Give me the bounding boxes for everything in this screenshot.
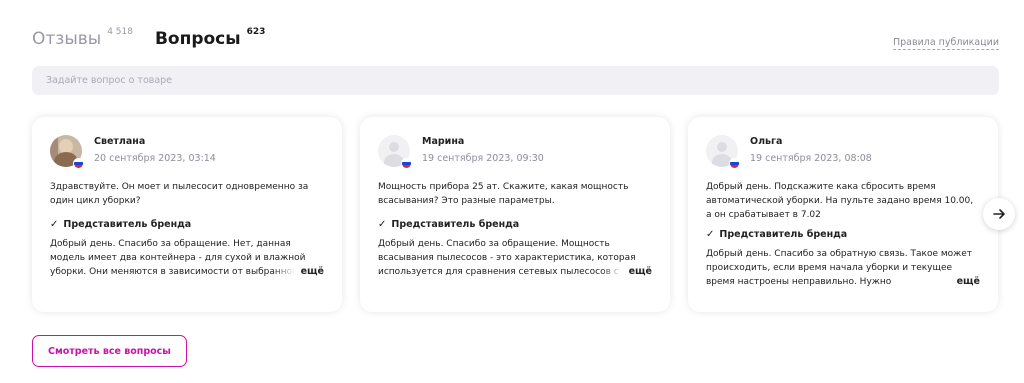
show-more-link[interactable]: ещё: [600, 265, 652, 279]
author-name: Марина: [422, 136, 465, 147]
tab-reviews[interactable]: Отзывы 4 518: [32, 27, 133, 50]
russia-flag-icon: [729, 158, 740, 169]
question-text: Здравствуйте. Он моет и пылесосит одновр…: [50, 182, 309, 206]
russia-flag-icon: [73, 158, 84, 169]
publication-rules-link[interactable]: Правила публикации: [893, 36, 999, 50]
question-card: Ольга 19 сентября 2023, 08:08 Добрый ден…: [688, 117, 998, 312]
show-more-link[interactable]: ещё: [928, 275, 980, 289]
brand-representative: ✓ Представитель бренда: [706, 228, 980, 241]
author-name: Ольга: [750, 136, 783, 147]
carousel-next-button[interactable]: [983, 198, 1015, 230]
brand-representative-label: Представитель бренда: [719, 229, 848, 240]
avatar: [706, 135, 740, 169]
avatar: [50, 135, 84, 169]
tab-reviews-count: 4 518: [107, 27, 133, 37]
brand-representative: ✓ Представитель бренда: [378, 218, 652, 231]
question-date: 19 сентября 2023, 08:08: [750, 153, 872, 164]
question-text: Добрый день. Подскажите кака сбросить вр…: [706, 182, 974, 220]
question-date: 19 сентября 2023, 09:30: [422, 153, 544, 164]
check-icon: ✓: [378, 219, 387, 230]
brand-representative-label: Представитель бренда: [63, 219, 192, 230]
question-card-header: Ольга 19 сентября 2023, 08:08: [706, 135, 980, 171]
question-card-header: Марина 19 сентября 2023, 09:30: [378, 135, 652, 171]
avatar: [378, 135, 412, 169]
question-card: Марина 19 сентября 2023, 09:30 Мощность …: [360, 117, 670, 312]
tab-questions[interactable]: Вопросы 623: [154, 27, 266, 50]
ask-question-field[interactable]: [32, 66, 999, 95]
view-all-questions-button[interactable]: Смотреть все вопросы: [32, 335, 187, 367]
reviews-tabs: Отзывы 4 518 Вопросы 623: [32, 27, 266, 52]
tab-questions-label: Вопросы: [154, 29, 241, 49]
tab-questions-count: 623: [246, 27, 266, 37]
check-icon: ✓: [50, 219, 59, 230]
check-icon: ✓: [706, 229, 715, 240]
author-name: Светлана: [94, 136, 146, 147]
question-date: 20 сентября 2023, 03:14: [94, 153, 216, 164]
arrow-right-icon: [993, 209, 1005, 219]
brand-representative-label: Представитель бренда: [391, 219, 520, 230]
brand-representative: ✓ Представитель бренда: [50, 218, 324, 231]
question-card-header: Светлана 20 сентября 2023, 03:14: [50, 135, 324, 171]
question-card: Светлана 20 сентября 2023, 03:14 Здравст…: [32, 117, 342, 312]
tab-reviews-label: Отзывы: [32, 29, 102, 49]
russia-flag-icon: [401, 158, 412, 169]
ask-question-input[interactable]: [44, 74, 987, 87]
question-text: Мощность прибора 25 ат. Скажите, какая м…: [378, 182, 629, 206]
show-more-link[interactable]: ещё: [272, 265, 324, 279]
